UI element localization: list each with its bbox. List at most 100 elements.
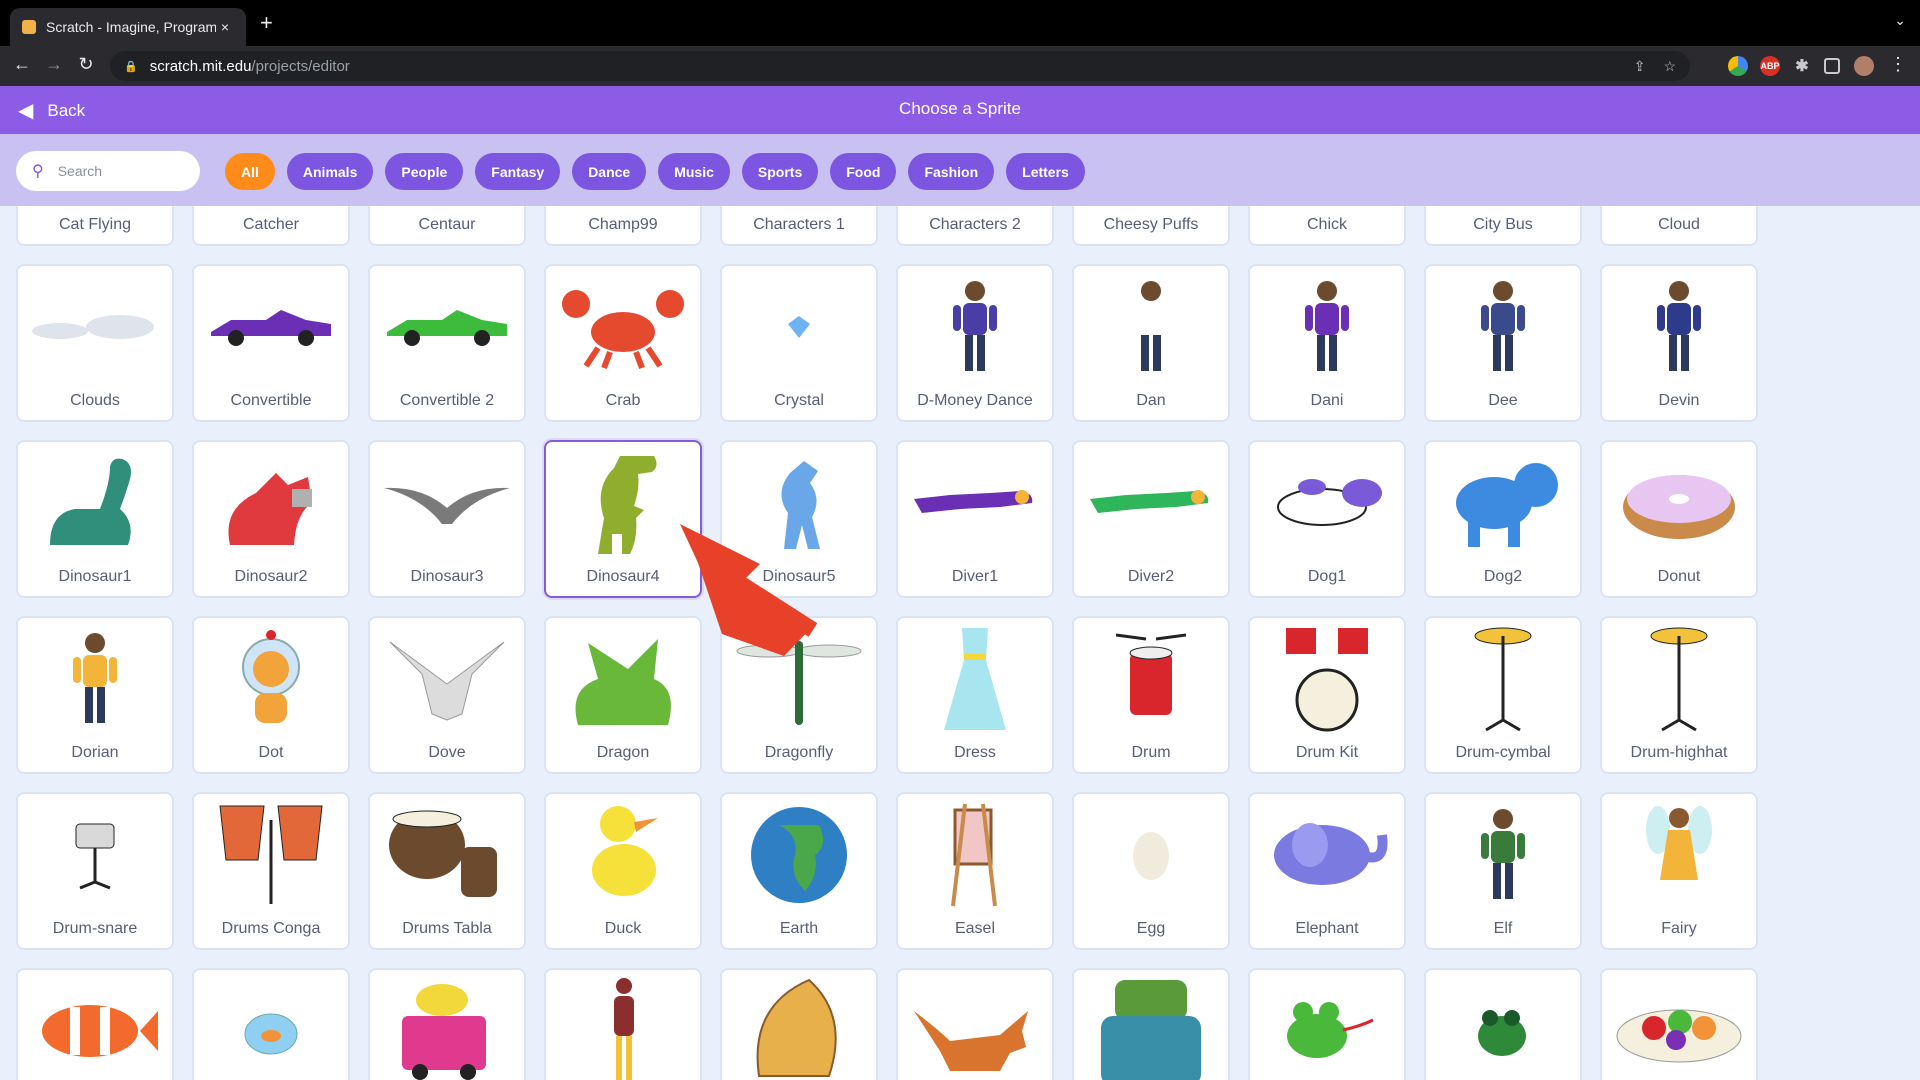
sprite-library-header: ◀ Back Choose a Sprite bbox=[0, 86, 1920, 134]
category-people[interactable]: People bbox=[385, 153, 464, 190]
dog2-icon bbox=[1426, 448, 1580, 558]
sprite-dragonfly[interactable]: Dragonfly bbox=[720, 616, 878, 774]
sprite-characters-2[interactable]: Characters 2 bbox=[896, 206, 1054, 246]
sprite-characters-1[interactable]: Characters 1 bbox=[720, 206, 878, 246]
sprite-dani[interactable]: Dani bbox=[1248, 264, 1406, 422]
sprite-frog[interactable] bbox=[1248, 968, 1406, 1080]
sprite-convertible[interactable]: Convertible bbox=[192, 264, 350, 422]
sprite-fishbowl[interactable] bbox=[192, 968, 350, 1080]
back-button[interactable]: ◀ Back bbox=[18, 98, 85, 123]
sprite-label: Duck bbox=[604, 920, 642, 937]
sprite-dove[interactable]: Dove bbox=[368, 616, 526, 774]
sprite-dinosaur3[interactable]: Dinosaur3 bbox=[368, 440, 526, 598]
sprite-drums-tabla[interactable]: Drums Tabla bbox=[368, 792, 526, 950]
sprite-dinosaur4[interactable]: Dinosaur4 bbox=[544, 440, 702, 598]
sprite-drum[interactable]: Drum bbox=[1072, 616, 1230, 774]
puzzle-icon[interactable]: ✱ bbox=[1792, 56, 1812, 76]
page-title: Choose a Sprite bbox=[899, 99, 1021, 118]
sprite-food-truck[interactable] bbox=[368, 968, 526, 1080]
category-dance[interactable]: Dance bbox=[572, 153, 647, 190]
category-music[interactable]: Music bbox=[658, 153, 730, 190]
sprite-drums-conga[interactable]: Drums Conga bbox=[192, 792, 350, 950]
sprite-d-money-dance[interactable]: D-Money Dance bbox=[896, 264, 1054, 422]
sprite-label: Elephant bbox=[1295, 920, 1359, 937]
sprite-cheesy-puffs[interactable]: Cheesy Puffs bbox=[1072, 206, 1230, 246]
adblock-icon[interactable]: ABP bbox=[1760, 56, 1780, 76]
sprite-earth[interactable]: Earth bbox=[720, 792, 878, 950]
tabla-icon bbox=[370, 800, 524, 910]
sprite-fish[interactable] bbox=[16, 968, 174, 1080]
sprite-cat-flying[interactable]: Cat Flying bbox=[16, 206, 174, 246]
sprite-chick[interactable]: Chick bbox=[1248, 206, 1406, 246]
sprite-dan[interactable]: Dan bbox=[1072, 264, 1230, 422]
bookmark-star-icon[interactable]: ☆ bbox=[1663, 58, 1676, 75]
category-letters[interactable]: Letters bbox=[1006, 153, 1085, 190]
browser-tab[interactable]: Scratch - Imagine, Program, Share × bbox=[10, 8, 246, 46]
sprite-drum-kit[interactable]: Drum Kit bbox=[1248, 616, 1406, 774]
sprite-fortune-cookie[interactable] bbox=[720, 968, 878, 1080]
sprite-city-bus[interactable]: City Bus bbox=[1424, 206, 1582, 246]
sprite-donut[interactable]: Donut bbox=[1600, 440, 1758, 598]
dinosaur2-icon bbox=[194, 448, 348, 558]
sprite-fairy[interactable]: Fairy bbox=[1600, 792, 1758, 950]
share-icon[interactable]: ⇪ bbox=[1634, 58, 1646, 75]
search-input[interactable] bbox=[57, 163, 178, 179]
sprite-easel[interactable]: Easel bbox=[896, 792, 1054, 950]
sprite-crab[interactable]: Crab bbox=[544, 264, 702, 422]
sprite-frank[interactable] bbox=[1072, 968, 1230, 1080]
sprite-fruit-salad[interactable] bbox=[1600, 968, 1758, 1080]
sprite-drum-snare[interactable]: Drum-snare bbox=[16, 792, 174, 950]
sprite-convertible-2[interactable]: Convertible 2 bbox=[368, 264, 526, 422]
back-nav-icon[interactable]: ← bbox=[10, 54, 34, 75]
sprite-frog2[interactable] bbox=[1424, 968, 1582, 1080]
sprite-dorian[interactable]: Dorian bbox=[16, 616, 174, 774]
sprite-drum-cymbal[interactable]: Drum-cymbal bbox=[1424, 616, 1582, 774]
sprite-dog2[interactable]: Dog2 bbox=[1424, 440, 1582, 598]
drive-icon[interactable] bbox=[1728, 56, 1748, 76]
sprite-dress[interactable]: Dress bbox=[896, 616, 1054, 774]
browser-menu-icon[interactable]: ⋮ bbox=[1886, 54, 1910, 75]
category-all[interactable]: All bbox=[225, 153, 275, 190]
category-sports[interactable]: Sports bbox=[741, 153, 819, 190]
sprite-elf[interactable]: Elf bbox=[1424, 792, 1582, 950]
sprite-dinosaur5[interactable]: Dinosaur5 bbox=[720, 440, 878, 598]
sprite-duck[interactable]: Duck bbox=[544, 792, 702, 950]
search-box[interactable]: ⚲ bbox=[16, 151, 200, 191]
sprite-catcher[interactable]: Catcher bbox=[192, 206, 350, 246]
sprite-cloud[interactable]: Cloud bbox=[1600, 206, 1758, 246]
category-fantasy[interactable]: Fantasy bbox=[475, 153, 561, 190]
sprite-dee[interactable]: Dee bbox=[1424, 264, 1582, 422]
sprite-drum-highhat[interactable]: Drum-highhat bbox=[1600, 616, 1758, 774]
address-bar[interactable]: 🔒 scratch.mit.edu/projects/editor ⇪ ☆ bbox=[110, 51, 1690, 81]
sprite-dog1[interactable]: Dog1 bbox=[1248, 440, 1406, 598]
sprite-centaur[interactable]: Centaur bbox=[368, 206, 526, 246]
sprite-clouds[interactable]: Clouds bbox=[16, 264, 174, 422]
reload-icon[interactable]: ↻ bbox=[74, 54, 98, 75]
sidepanel-icon[interactable] bbox=[1824, 58, 1840, 74]
trex-icon bbox=[546, 448, 700, 558]
tab-search-icon[interactable]: ⌄ bbox=[1894, 12, 1906, 29]
sprite-diver2[interactable]: Diver2 bbox=[1072, 440, 1230, 598]
profile-avatar[interactable] bbox=[1854, 56, 1874, 76]
sprite-dinosaur1[interactable]: Dinosaur1 bbox=[16, 440, 174, 598]
category-food[interactable]: Food bbox=[830, 153, 897, 190]
sprite-label: Dress bbox=[954, 744, 996, 761]
sprite-dot[interactable]: Dot bbox=[192, 616, 350, 774]
sprite-football[interactable] bbox=[544, 968, 702, 1080]
sprite-devin[interactable]: Devin bbox=[1600, 264, 1758, 422]
category-animals[interactable]: Animals bbox=[286, 153, 374, 190]
category-fashion[interactable]: Fashion bbox=[908, 153, 995, 190]
sprite-dinosaur2[interactable]: Dinosaur2 bbox=[192, 440, 350, 598]
sprite-diver1[interactable]: Diver1 bbox=[896, 440, 1054, 598]
close-tab-icon[interactable]: × bbox=[216, 19, 234, 35]
sprite-crystal[interactable]: Crystal bbox=[720, 264, 878, 422]
sprite-elephant[interactable]: Elephant bbox=[1248, 792, 1406, 950]
sprite-label: Drums Conga bbox=[221, 920, 321, 937]
sprite-fox[interactable] bbox=[896, 968, 1054, 1080]
forward-nav-icon[interactable]: → bbox=[42, 54, 66, 75]
sprite-champ99[interactable]: Champ99 bbox=[544, 206, 702, 246]
sprite-dragon[interactable]: Dragon bbox=[544, 616, 702, 774]
sprite-egg[interactable]: Egg bbox=[1072, 792, 1230, 950]
sprite-label: Cat Flying bbox=[58, 216, 132, 233]
new-tab-button[interactable]: + bbox=[260, 10, 273, 36]
